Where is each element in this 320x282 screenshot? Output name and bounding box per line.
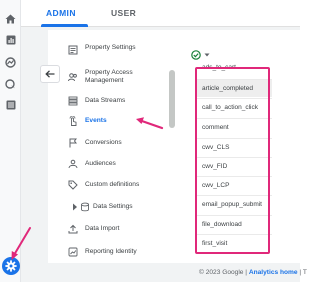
- nav-item-data-streams[interactable]: Data Streams: [68, 96, 173, 106]
- nav-item-data-import[interactable]: Data Import: [68, 224, 173, 234]
- database-icon: [81, 202, 89, 212]
- back-button[interactable]: [40, 65, 60, 83]
- highlight-box: [195, 67, 270, 254]
- upload-icon: [68, 224, 78, 234]
- nav-label: Property Access Management: [85, 69, 133, 84]
- nav-item-conversions[interactable]: Conversions: [68, 138, 173, 148]
- chevron-down-icon: [204, 53, 210, 57]
- nav-label: Property Settings: [85, 44, 136, 51]
- advertising-icon[interactable]: [3, 77, 18, 91]
- annotation-arrow: [11, 227, 31, 260]
- nav-item-custom-definitions[interactable]: Custom definitions: [68, 180, 173, 190]
- status-toolbar[interactable]: [191, 48, 210, 62]
- custom-definitions-icon: [68, 180, 78, 190]
- footer: © 2023 Google | Analytics home | T: [21, 263, 307, 282]
- explore-icon[interactable]: [3, 55, 18, 69]
- reporting-identity-icon: [68, 247, 78, 257]
- arrow-left-icon: [45, 70, 55, 78]
- nav-label: Custom definitions: [85, 181, 140, 188]
- flag-icon: [69, 138, 77, 148]
- caret-right-icon: [73, 203, 77, 211]
- check-circle-icon: [191, 50, 201, 60]
- nav-label: Data Import: [85, 225, 120, 232]
- nav-label: Audiences: [85, 160, 116, 167]
- configure-icon[interactable]: [3, 98, 18, 112]
- tab-user[interactable]: USER: [111, 8, 136, 18]
- reports-icon[interactable]: [3, 33, 18, 47]
- nav-item-reporting-identity[interactable]: Reporting Identity: [68, 247, 173, 257]
- copyright-text: © 2023 Google: [199, 269, 244, 276]
- nav-item-property-access-management[interactable]: Property Access Management: [68, 68, 173, 86]
- tab-admin[interactable]: ADMIN: [46, 8, 76, 18]
- nav-label: Reporting Identity: [85, 248, 137, 255]
- nav-scrollbar[interactable]: [169, 70, 175, 128]
- footer-tail: | T: [297, 269, 307, 276]
- admin-tabs: ADMIN USER: [21, 0, 300, 27]
- nav-item-data-settings[interactable]: Data Settings: [68, 202, 173, 212]
- nav-label: Data Streams: [85, 97, 126, 104]
- people-icon: [68, 73, 77, 82]
- nav-item-property-settings[interactable]: Property Settings: [68, 44, 173, 55]
- analytics-home-link[interactable]: Analytics home: [249, 269, 298, 276]
- data-streams-icon: [68, 96, 78, 106]
- nav-label: Conversions: [85, 139, 122, 146]
- property-settings-icon: [68, 45, 78, 55]
- audiences-icon: [68, 159, 78, 169]
- nav-item-audiences[interactable]: Audiences: [68, 159, 173, 169]
- nav-label: Data Settings: [93, 203, 133, 210]
- nav-label: Events: [85, 117, 107, 124]
- events-icon: [69, 116, 77, 126]
- home-icon[interactable]: [3, 12, 18, 26]
- footer-text: © 2023 Google | Analytics home | T: [199, 269, 307, 276]
- annotation-arrow: [136, 117, 164, 130]
